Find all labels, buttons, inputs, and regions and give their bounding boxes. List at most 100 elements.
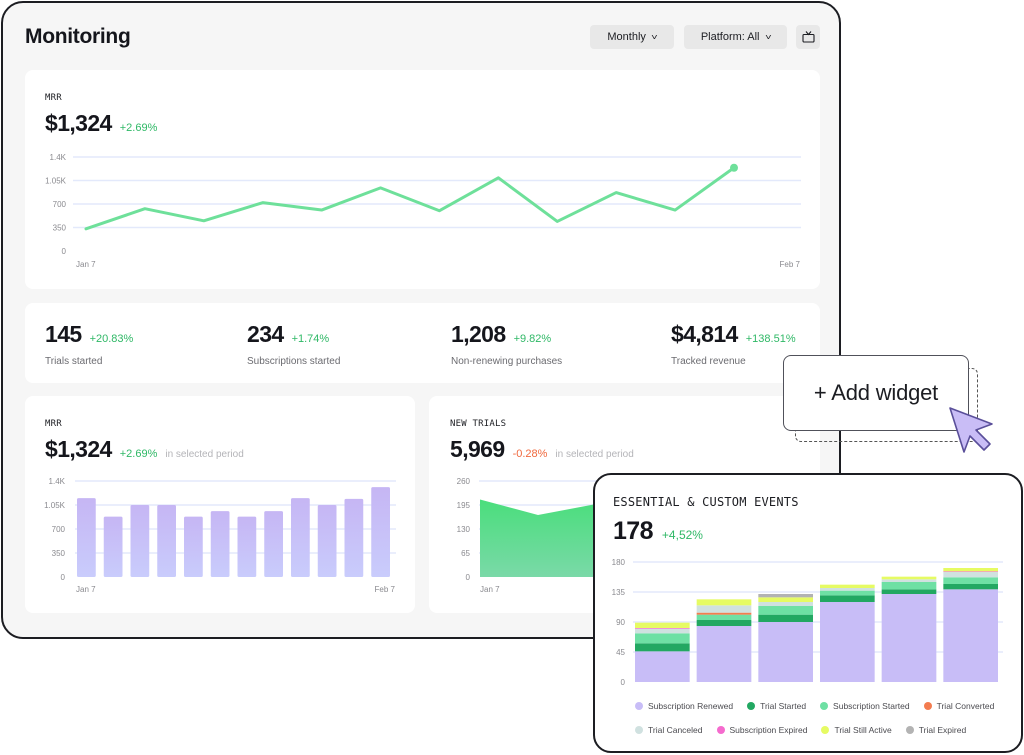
tv-mode-button[interactable] — [796, 25, 820, 49]
stacked-segment-subscription-renewed — [943, 589, 998, 682]
mrr-bar — [264, 511, 283, 577]
stacked-segment-trial-canceled — [943, 572, 998, 578]
stacked-segment-trial-canceled — [635, 628, 690, 634]
stat-tracked-revenue: $4,814 +138.51% Tracked revenue — [671, 321, 796, 367]
mrr-series-line — [84, 166, 736, 231]
legend-item[interactable]: Trial Canceled — [635, 725, 703, 735]
events-card: ESSENTIAL & CUSTOM EVENTS 178 +4,52% 0 45… — [593, 473, 1023, 753]
y-tick-label: 195 — [457, 501, 471, 510]
events-stacked-chart: 0 45 90 135 180 — [612, 558, 1003, 687]
add-widget-button[interactable]: + Add widget — [783, 355, 969, 431]
mrr-bar-chart: 0 350 700 1.05K 1.4K Jan 7 Feb 7 — [44, 477, 396, 594]
legend-swatch-icon — [820, 702, 829, 710]
legend-label: Trial Still Active — [834, 725, 892, 735]
legend-label: Trial Started — [760, 701, 807, 711]
legend-label: Trial Expired — [918, 725, 967, 735]
stacked-segment-subscription-renewed — [635, 651, 690, 682]
legend-item[interactable]: Trial Expired — [905, 725, 967, 735]
legend-swatch-icon — [635, 726, 643, 734]
legend-label: Trial Canceled — [648, 725, 703, 735]
stat-change: +138.51% — [745, 333, 796, 345]
stat-label: Trials started — [45, 356, 103, 367]
y-tick-label: 1.4K — [50, 153, 67, 162]
legend-item[interactable]: Subscription Started — [820, 701, 910, 711]
y-tick-label: 0 — [621, 678, 626, 687]
last-data-point — [730, 163, 738, 172]
stacked-segment-subscription-renewed — [758, 622, 813, 682]
page-title: Monitoring — [25, 25, 131, 48]
y-tick-label: 45 — [616, 648, 625, 657]
mrr-bar — [157, 505, 176, 577]
stat-trials-started: 145 +20.83% Trials started — [45, 321, 133, 367]
y-tick-label: 130 — [457, 525, 471, 534]
new-trials-area — [480, 499, 597, 577]
stacked-segment-trial-canceled — [881, 579, 937, 582]
stacked-segment-trial-started — [635, 643, 690, 652]
y-tick-label: 700 — [52, 525, 66, 534]
mrr-bar — [344, 498, 364, 577]
stat-value: 145 — [45, 321, 82, 347]
mrr-bar — [77, 498, 96, 577]
chevron-down-icon: ˅ — [764, 32, 772, 42]
period-dropdown-label: Monthly — [607, 31, 646, 43]
stat-value: $4,814 — [671, 321, 738, 347]
legend-swatch-icon — [716, 726, 725, 734]
stat-change: +20.83% — [89, 333, 134, 345]
y-tick-label: 350 — [53, 224, 67, 233]
platform-dropdown-label: Platform: All — [700, 31, 760, 43]
stacked-segment-subscription-expired — [635, 628, 690, 629]
stat-subscriptions-started: 234 +1.74% Subscriptions started — [247, 321, 340, 367]
legend-item[interactable]: Trial Started — [747, 701, 806, 711]
mrr-bar — [237, 516, 257, 577]
legend-swatch-icon — [821, 726, 830, 734]
stacked-segment-subscription-renewed — [881, 594, 937, 682]
legend-item[interactable]: Trial Still Active — [821, 725, 892, 735]
legend-label: Subscription Started — [833, 701, 910, 711]
stacked-segment-trial-started — [881, 589, 937, 594]
x-tick-label: Jan 7 — [76, 260, 96, 269]
stacked-segment-trial-started — [758, 614, 813, 622]
period-dropdown[interactable]: Monthly ˅ — [590, 25, 674, 49]
mrr-bar — [371, 487, 390, 577]
x-tick-label: Jan 7 — [76, 585, 96, 594]
stacked-segment-subscription-started — [943, 577, 998, 584]
stacked-segment-trial-still-active — [820, 584, 875, 588]
y-tick-label: 65 — [461, 549, 470, 558]
y-tick-label: 0 — [62, 247, 67, 256]
stat-value: 234 — [247, 321, 284, 347]
legend-swatch-icon — [635, 702, 643, 710]
mrr-bar — [317, 505, 337, 577]
tv-icon — [801, 31, 815, 43]
legend-label: Trial Converted — [936, 701, 995, 711]
mrr-line-card: MRR $1,324 +2.69% 0 350 700 1.05K 1.4K Jan 7F… — [25, 70, 820, 289]
cursor-pointer-icon — [949, 407, 993, 453]
legend-item[interactable]: Subscription Renewed — [635, 701, 733, 711]
y-tick-label: 350 — [52, 549, 66, 558]
platform-dropdown[interactable]: Platform: All ˅ — [684, 25, 787, 49]
y-tick-label: 0 — [466, 573, 471, 582]
y-tick-label: 0 — [61, 573, 66, 582]
y-tick-label: 260 — [457, 477, 471, 486]
stacked-segment-subscription-started — [881, 582, 937, 590]
stacked-segment-trial-still-active — [943, 568, 998, 572]
stacked-segment-trial-still-active — [635, 622, 690, 628]
mrr-bar — [291, 498, 310, 577]
y-tick-label: 90 — [616, 618, 625, 627]
events-legend: Subscription Renewed Trial Started Subscri… — [635, 701, 1015, 735]
stacked-segment-trial-expired — [758, 594, 813, 598]
mrr-bar-card: MRR $1,324 +2.69% in selected period 0 35… — [25, 396, 415, 613]
stacked-segment-trial-canceled — [758, 602, 813, 606]
stacked-segment-trial-still-active — [881, 576, 937, 580]
stat-label: Subscriptions started — [247, 356, 341, 367]
legend-label: Subscription Expired — [729, 725, 808, 735]
legend-item[interactable]: Trial Converted — [923, 701, 995, 711]
mrr-bar — [103, 516, 123, 577]
legend-item[interactable]: Subscription Expired — [716, 725, 808, 735]
y-tick-label: 1.4K — [49, 477, 66, 486]
stat-label: Tracked revenue — [671, 356, 746, 367]
stacked-segment-trial-still-active — [696, 599, 752, 606]
legend-label: Subscription Renewed — [648, 701, 734, 711]
x-tick-label: Jan 7 — [480, 585, 500, 594]
stat-value: 1,208 — [451, 321, 506, 347]
y-tick-label: 1.05K — [45, 177, 67, 186]
